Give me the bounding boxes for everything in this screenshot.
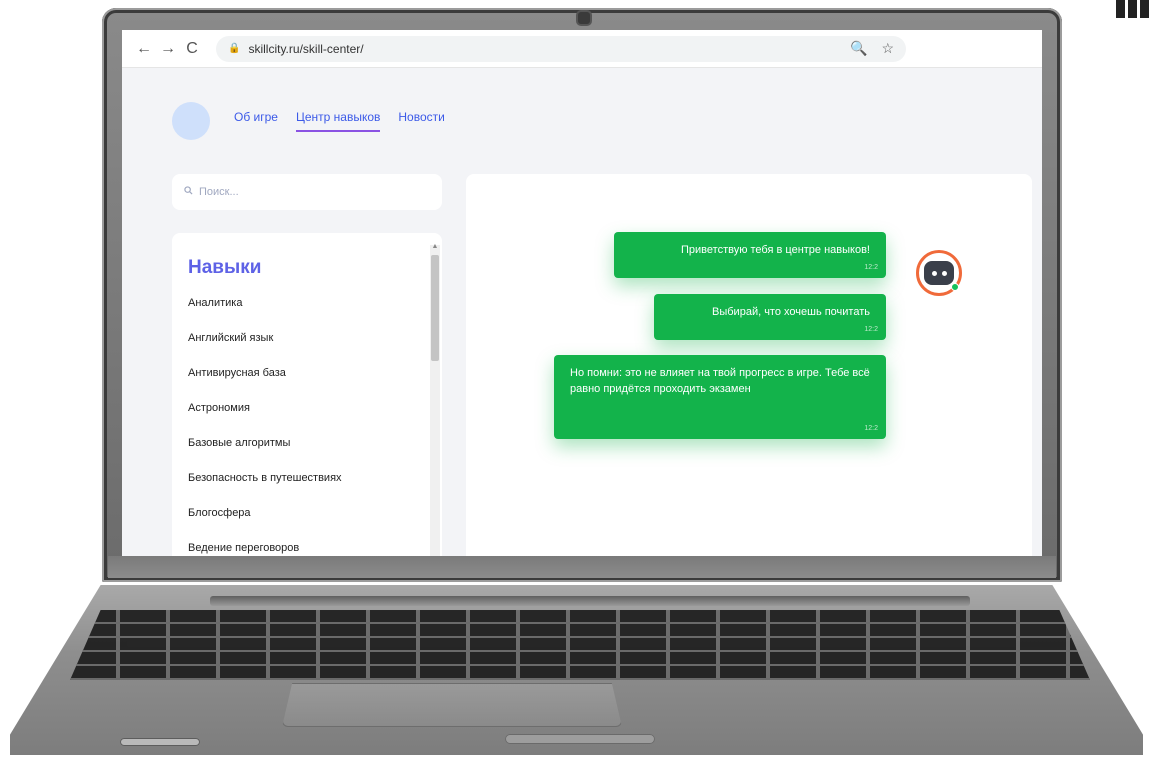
message-time: 12:2 xyxy=(864,264,878,271)
site-header: Об игре Центр навыков Новости xyxy=(172,102,445,140)
message-time: 12:2 xyxy=(864,326,878,333)
address-bar[interactable]: 🔒 skillcity.ru/skill-center/ 🔍 ☆ xyxy=(216,35,906,62)
skill-item[interactable]: Английский язык xyxy=(188,330,342,365)
skill-item[interactable]: Ведение переговоров xyxy=(188,540,342,556)
message-text: Выбирай, что хочешь почитать xyxy=(712,306,870,318)
forward-arrow-icon[interactable]: → xyxy=(156,40,180,58)
main-nav: Об игре Центр навыков Новости xyxy=(234,110,445,132)
url-text: skillcity.ru/skill-center/ xyxy=(248,41,364,56)
skill-item[interactable]: Блогосфера xyxy=(188,505,342,540)
lid-notch xyxy=(505,734,655,744)
skill-item[interactable]: Астрономия xyxy=(188,400,342,435)
nav-skill-center[interactable]: Центр навыков xyxy=(295,110,381,132)
webcam xyxy=(578,12,590,24)
chat-message: Приветствую тебя в центре навыков! 12:2 xyxy=(614,232,886,278)
corner-logo xyxy=(1116,0,1153,18)
scrollbar-thumb[interactable] xyxy=(431,255,439,361)
search-input[interactable] xyxy=(199,186,419,198)
scroll-up-icon[interactable]: ▲ xyxy=(430,243,440,250)
avatar[interactable] xyxy=(172,102,210,140)
robot-icon xyxy=(924,261,954,285)
skill-item[interactable]: Базовые алгоритмы xyxy=(188,435,342,470)
browser-toolbar: ← → C 🔒 skillcity.ru/skill-center/ 🔍 ☆ xyxy=(122,30,1042,68)
message-text: Приветствую тебя в центре навыков! xyxy=(681,244,870,256)
skills-title: Навыки xyxy=(188,257,262,278)
nav-about-game[interactable]: Об игре xyxy=(234,110,278,132)
online-status-dot xyxy=(951,283,959,291)
chat-message: Выбирай, что хочешь почитать 12:2 xyxy=(654,294,886,340)
bot-avatar xyxy=(916,250,962,296)
zoom-icon[interactable]: 🔍 xyxy=(850,40,867,57)
touchpad xyxy=(282,683,622,727)
back-arrow-icon[interactable]: ← xyxy=(132,40,156,58)
bookmark-star-icon[interactable]: ☆ xyxy=(881,40,894,57)
skills-scrollbar[interactable]: ▲ xyxy=(430,243,440,556)
skills-list: Аналитика Английский язык Антивирусная б… xyxy=(188,295,342,556)
chat-panel: Приветствую тебя в центре навыков! 12:2 … xyxy=(466,174,1032,556)
nav-news[interactable]: Новости xyxy=(398,110,444,132)
search-box xyxy=(172,174,442,210)
keyboard-rows xyxy=(70,610,1090,680)
card-slot xyxy=(120,738,200,746)
message-time: 12:2 xyxy=(864,425,878,432)
robot-eye xyxy=(931,270,937,276)
skill-item[interactable]: Аналитика xyxy=(188,295,342,330)
message-text: Но помни: это не влияет на твой прогресс… xyxy=(570,367,870,395)
robot-eye xyxy=(941,270,947,276)
lock-icon: 🔒 xyxy=(228,43,241,54)
laptop-screen: ← → C 🔒 skillcity.ru/skill-center/ 🔍 ☆ О… xyxy=(122,30,1042,556)
search-icon xyxy=(184,186,193,198)
reload-icon[interactable]: C xyxy=(180,40,204,58)
laptop-hinge xyxy=(210,596,970,606)
screen-bezel xyxy=(108,556,1056,578)
skill-item[interactable]: Безопасность в путешествиях xyxy=(188,470,342,505)
chat-message: Но помни: это не влияет на твой прогресс… xyxy=(554,355,886,439)
skills-panel: Навыки Аналитика Английский язык Антивир… xyxy=(172,233,442,556)
skill-item[interactable]: Антивирусная база xyxy=(188,365,342,400)
